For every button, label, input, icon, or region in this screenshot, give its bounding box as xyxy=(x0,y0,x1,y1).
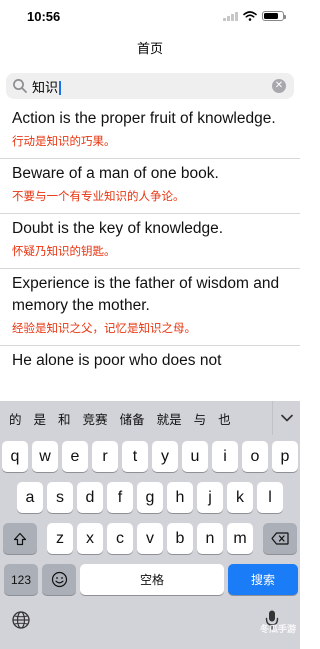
candidate-word[interactable]: 竞赛 xyxy=(83,409,108,428)
clear-search-icon[interactable]: ✕ xyxy=(272,79,286,93)
key-e[interactable]: e xyxy=(62,441,88,472)
key-f[interactable]: f xyxy=(107,482,133,513)
search-input[interactable]: 知识 xyxy=(32,77,272,96)
shift-icon xyxy=(13,532,27,545)
quote-english: Experience is the father of wisdom and m… xyxy=(12,275,280,314)
candidate-word[interactable]: 与 xyxy=(194,409,207,428)
page-title: 首页 xyxy=(136,40,163,56)
key-row-4: 123 空格 搜索 xyxy=(0,564,300,595)
key-i[interactable]: i xyxy=(212,441,238,472)
list-item[interactable]: Experience is the father of wisdom and m… xyxy=(0,269,300,346)
backspace-icon xyxy=(271,532,289,545)
key-p[interactable]: p xyxy=(272,441,298,472)
key-q[interactable]: q xyxy=(2,441,28,472)
candidate-word[interactable]: 是 xyxy=(34,409,47,428)
candidate-bar: 的 是 和 竞赛 储备 就是 与 也 xyxy=(0,401,300,435)
key-l[interactable]: l xyxy=(257,482,283,513)
key-z[interactable]: z xyxy=(47,523,73,554)
quote-chinese: 经验是知识之父，记忆是知识之母。 xyxy=(12,321,196,335)
quote-chinese: 怀疑乃知识的钥匙。 xyxy=(12,244,116,258)
quote-chinese: 不要与一个有专业知识的人争论。 xyxy=(12,189,185,203)
quote-chinese: 行动是知识的巧果。 xyxy=(12,134,116,148)
emoji-key[interactable] xyxy=(42,564,76,595)
key-h[interactable]: h xyxy=(167,482,193,513)
key-n[interactable]: n xyxy=(197,523,223,554)
emoji-icon xyxy=(51,571,67,588)
key-x[interactable]: x xyxy=(77,523,103,554)
expand-candidates-button[interactable] xyxy=(272,401,300,435)
delete-key[interactable] xyxy=(263,523,297,554)
search-key[interactable]: 搜索 xyxy=(228,564,298,595)
quote-list: Action is the proper fruit of knowledge.… xyxy=(0,104,300,378)
list-item[interactable]: Doubt is the key of knowledge. 怀疑乃知识的钥匙。 xyxy=(0,214,300,269)
key-o[interactable]: o xyxy=(242,441,268,472)
key-y[interactable]: y xyxy=(152,441,178,472)
key-j[interactable]: j xyxy=(197,482,223,513)
keyboard-bottom-bar: 冬瓜手游 xyxy=(0,607,300,637)
key-row-2: a s d f g h j k l xyxy=(0,482,300,513)
quote-english: Doubt is the key of knowledge. xyxy=(12,220,224,237)
list-item[interactable]: Beware of a man of one book. 不要与一个有专业知识的… xyxy=(0,159,300,214)
globe-icon[interactable] xyxy=(11,610,31,630)
list-item[interactable]: Action is the proper fruit of knowledge.… xyxy=(0,104,300,159)
key-v[interactable]: v xyxy=(137,523,163,554)
candidate-word[interactable]: 的 xyxy=(9,409,22,428)
key-t[interactable]: t xyxy=(122,441,148,472)
key-m[interactable]: m xyxy=(227,523,253,554)
list-item[interactable]: He alone is poor who does not xyxy=(0,346,300,378)
battery-icon xyxy=(262,11,286,21)
candidate-word[interactable]: 储备 xyxy=(120,409,145,428)
key-c[interactable]: c xyxy=(107,523,133,554)
numbers-key[interactable]: 123 xyxy=(4,564,38,595)
watermark: 冬瓜手游 xyxy=(259,625,296,635)
keyboard: 的 是 和 竞赛 储备 就是 与 也 q w e r t y u i o p a… xyxy=(0,401,300,649)
wifi-icon xyxy=(243,11,257,21)
search-icon xyxy=(13,79,27,93)
key-row-1: q w e r t y u i o p xyxy=(0,441,300,472)
text-cursor xyxy=(59,81,61,96)
key-a[interactable]: a xyxy=(17,482,43,513)
shift-key[interactable] xyxy=(3,523,37,554)
chevron-down-icon xyxy=(280,414,293,422)
status-icons xyxy=(223,11,286,21)
search-bar[interactable]: 知识 ✕ xyxy=(6,73,294,99)
key-g[interactable]: g xyxy=(137,482,163,513)
key-d[interactable]: d xyxy=(77,482,103,513)
candidate-word[interactable]: 和 xyxy=(58,409,71,428)
cellular-signal-icon xyxy=(223,11,238,21)
status-time: 10:56 xyxy=(27,9,61,24)
candidate-word[interactable]: 也 xyxy=(218,409,231,428)
key-r[interactable]: r xyxy=(92,441,118,472)
key-row-3: z x c v b n m xyxy=(0,523,300,554)
space-key[interactable]: 空格 xyxy=(80,564,224,595)
key-w[interactable]: w xyxy=(32,441,58,472)
search-input-value: 知识 xyxy=(32,79,59,95)
key-s[interactable]: s xyxy=(47,482,73,513)
candidate-word[interactable]: 就是 xyxy=(157,409,182,428)
key-b[interactable]: b xyxy=(167,523,193,554)
quote-english: Action is the proper fruit of knowledge. xyxy=(12,110,276,127)
quote-english: He alone is poor who does not xyxy=(12,352,222,369)
key-u[interactable]: u xyxy=(182,441,208,472)
quote-english: Beware of a man of one book. xyxy=(12,165,219,182)
navigation-bar: 首页 xyxy=(0,32,300,62)
status-bar: 10:56 xyxy=(0,0,300,32)
key-k[interactable]: k xyxy=(227,482,253,513)
